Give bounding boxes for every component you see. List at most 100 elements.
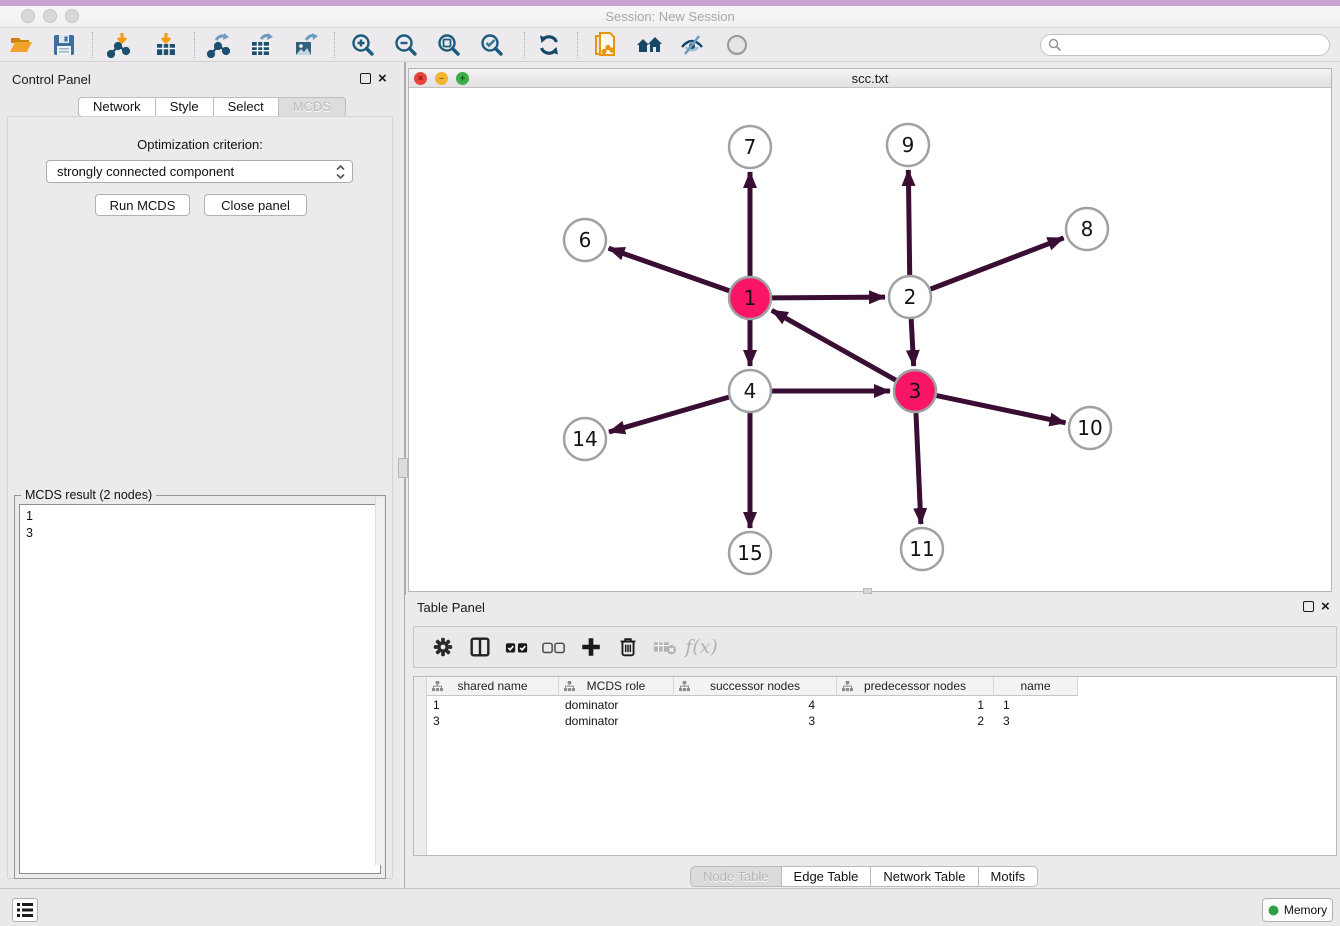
graph-edge-2-9[interactable] xyxy=(908,170,909,275)
float-table-panel-icon[interactable] xyxy=(1303,601,1314,612)
graph-edge-3-1[interactable] xyxy=(772,310,896,380)
tab-motifs[interactable]: Motifs xyxy=(979,866,1039,887)
graph-node-label: 8 xyxy=(1081,217,1094,241)
column-type-icon xyxy=(432,681,443,695)
apply-layout-icon[interactable] xyxy=(535,31,563,59)
graph-node-9[interactable]: 9 xyxy=(887,124,929,166)
control-panel-title: Control Panel xyxy=(12,72,91,87)
network-canvas-svg[interactable]: 7 9 6 8 1 2 4 3 14 10 15 11 xyxy=(409,88,1331,591)
select-all-icon[interactable] xyxy=(498,632,535,662)
zoom-in-icon[interactable] xyxy=(349,31,377,59)
graph-node-10[interactable]: 10 xyxy=(1069,407,1111,449)
float-panel-icon[interactable] xyxy=(360,73,371,84)
import-table-icon[interactable] xyxy=(152,31,180,59)
table-settings-gear-icon[interactable] xyxy=(424,632,461,662)
graph-edge-3-11[interactable] xyxy=(916,413,921,524)
clone-network-icon[interactable] xyxy=(591,31,619,59)
cell-MCDS-role[interactable]: dominator xyxy=(559,697,674,713)
cell-predecessor-nodes[interactable]: 2 xyxy=(837,713,994,729)
toolbar-separator xyxy=(577,32,578,58)
delete-column-icon[interactable] xyxy=(609,632,646,662)
zoom-out-icon[interactable] xyxy=(392,31,420,59)
cell-name[interactable]: 3 xyxy=(994,713,1078,729)
task-history-button[interactable] xyxy=(12,898,38,922)
graph-node-label: 7 xyxy=(744,135,757,159)
tab-edge-table[interactable]: Edge Table xyxy=(782,866,872,887)
graph-node-4[interactable]: 4 xyxy=(729,370,771,412)
cell-shared-name[interactable]: 1 xyxy=(427,697,559,713)
cell-name[interactable]: 1 xyxy=(994,697,1078,713)
column-header-successor-nodes[interactable]: successor nodes xyxy=(674,677,837,696)
tab-select[interactable]: Select xyxy=(214,97,279,117)
tab-network[interactable]: Network xyxy=(78,97,156,117)
graph-node-label: 11 xyxy=(909,537,934,561)
graph-node-6[interactable]: 6 xyxy=(564,219,606,261)
close-table-panel-icon[interactable]: × xyxy=(1321,601,1330,612)
node-table[interactable]: shared nameMCDS rolesuccessor nodesprede… xyxy=(413,676,1337,856)
graph-node-8[interactable]: 8 xyxy=(1066,208,1108,250)
tab-style[interactable]: Style xyxy=(156,97,214,117)
graph-node-14[interactable]: 14 xyxy=(564,418,606,460)
column-header-name[interactable]: name xyxy=(994,677,1078,696)
tab-node-table[interactable]: Node Table xyxy=(690,866,782,887)
show-columns-icon[interactable] xyxy=(461,632,498,662)
cell-MCDS-role[interactable]: dominator xyxy=(559,713,674,729)
table-toolbar: f(x) xyxy=(413,626,1337,668)
add-column-icon[interactable] xyxy=(572,632,609,662)
cell-successor-nodes[interactable]: 3 xyxy=(674,713,837,729)
hide-panel-eye-icon[interactable] xyxy=(678,31,706,59)
graph-edge-3-10[interactable] xyxy=(937,396,1066,423)
zoom-fit-icon[interactable] xyxy=(435,31,463,59)
table-row[interactable]: 3dominator323 xyxy=(427,713,1078,729)
graph-node-label: 15 xyxy=(737,541,762,565)
close-panel-icon[interactable]: × xyxy=(378,73,387,84)
graph-node-7[interactable]: 7 xyxy=(729,126,771,168)
column-type-icon xyxy=(564,681,575,695)
result-scrollbar[interactable] xyxy=(375,497,384,865)
import-network-icon[interactable] xyxy=(105,31,133,59)
chevron-up-down-icon xyxy=(336,164,345,183)
graph-node-11[interactable]: 11 xyxy=(901,528,943,570)
tab-mcds[interactable]: MCDS xyxy=(279,97,346,117)
criterion-dropdown[interactable]: strongly connected component xyxy=(46,160,353,183)
graph-edge-2-3[interactable] xyxy=(911,319,914,366)
mcds-result-text[interactable]: 1 3 xyxy=(19,504,381,874)
column-header-shared-name[interactable]: shared name xyxy=(427,677,559,696)
graph-node-15[interactable]: 15 xyxy=(729,532,771,574)
export-image-icon[interactable] xyxy=(292,31,320,59)
graph-edge-4-14[interactable] xyxy=(609,397,729,432)
horizontal-splitter-grip[interactable] xyxy=(863,588,872,594)
memory-button[interactable]: Memory xyxy=(1262,898,1333,922)
cell-shared-name[interactable]: 3 xyxy=(427,713,559,729)
table-row[interactable]: 1dominator411 xyxy=(427,697,1078,713)
open-session-icon[interactable] xyxy=(8,31,36,59)
table-header-row: shared nameMCDS rolesuccessor nodesprede… xyxy=(427,677,1078,696)
home-icon[interactable] xyxy=(635,31,663,59)
graph-node-label: 9 xyxy=(902,133,915,157)
vertical-splitter-grip[interactable] xyxy=(398,458,408,478)
export-table-icon[interactable] xyxy=(248,31,276,59)
graph-edge-1-2[interactable] xyxy=(772,297,885,298)
save-session-icon[interactable] xyxy=(50,31,78,59)
search-field[interactable] xyxy=(1040,34,1330,56)
cell-successor-nodes[interactable]: 4 xyxy=(674,697,837,713)
close-panel-button[interactable]: Close panel xyxy=(204,194,307,216)
tab-network-table[interactable]: Network Table xyxy=(871,866,978,887)
graph-node-1[interactable]: 1 xyxy=(729,277,771,319)
graph-edge-2-8[interactable] xyxy=(931,238,1064,289)
run-mcds-button[interactable]: Run MCDS xyxy=(95,194,190,216)
network-view-frame: × – + scc.txt 7 9 6 8 1 2 4 3 14 10 15 11 xyxy=(408,68,1332,592)
cell-predecessor-nodes[interactable]: 1 xyxy=(837,697,994,713)
search-input[interactable] xyxy=(1066,38,1329,52)
control-panel: Control Panel × NetworkStyleSelectMCDS O… xyxy=(0,62,400,888)
network-view-titlebar: × – + scc.txt xyxy=(409,69,1331,88)
deselect-all-icon[interactable] xyxy=(535,632,572,662)
export-network-icon[interactable] xyxy=(205,31,233,59)
graph-edge-1-6[interactable] xyxy=(609,248,730,290)
zoom-selected-icon[interactable] xyxy=(478,31,506,59)
column-header-predecessor-nodes[interactable]: predecessor nodes xyxy=(837,677,994,696)
column-header-MCDS-role[interactable]: MCDS role xyxy=(559,677,674,696)
graph-node-2[interactable]: 2 xyxy=(889,276,931,318)
graph-node-3[interactable]: 3 xyxy=(894,370,936,412)
graph-node-label: 2 xyxy=(904,285,917,309)
